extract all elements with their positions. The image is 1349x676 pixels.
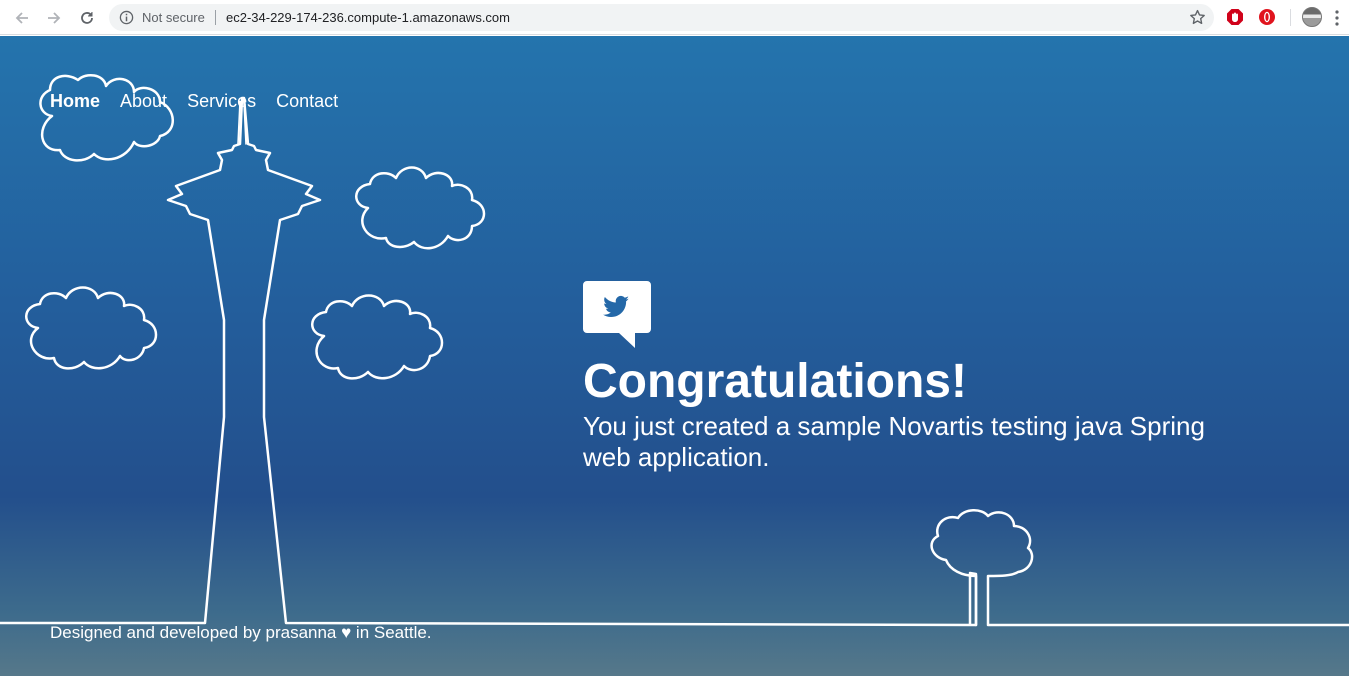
extension-opera-icon (1259, 9, 1275, 25)
address-bar[interactable]: Not secure ec2-34-229-174-236.compute-1.… (109, 4, 1214, 31)
hero-section: Congratulations! You just created a samp… (583, 281, 1263, 473)
cloud-illustration (311, 294, 444, 380)
toolbar-divider (1290, 9, 1291, 26)
site-navigation: Home About Services Contact (50, 91, 358, 111)
extension-opera-button[interactable] (1258, 8, 1276, 26)
reload-button[interactable] (74, 5, 100, 31)
nav-link-about[interactable]: About (120, 91, 167, 111)
extension-stop-button[interactable] (1226, 8, 1244, 26)
reload-icon (81, 12, 93, 24)
hero-title: Congratulations! (583, 355, 967, 408)
security-status-text[interactable]: Not secure (142, 10, 205, 25)
info-icon[interactable] (119, 10, 134, 25)
star-icon[interactable] (1189, 9, 1206, 26)
cloud-illustration (39, 73, 174, 162)
back-arrow-icon (15, 12, 28, 24)
extension-stop-icon (1227, 9, 1243, 25)
cloud-illustration (355, 166, 486, 250)
twitter-bird-icon[interactable] (583, 281, 651, 349)
forward-button[interactable] (41, 5, 67, 31)
hero-subtitle: You just created a sample Novartis testi… (583, 411, 1205, 472)
nav-link-services[interactable]: Services (187, 91, 256, 111)
omnibox-divider (215, 10, 216, 25)
cloud-illustration (25, 286, 158, 370)
more-menu-icon[interactable] (1334, 9, 1340, 27)
footer-credit: Designed and developed by prasanna ♥ in … (50, 623, 432, 642)
forward-arrow-icon (48, 12, 61, 24)
back-button[interactable] (9, 5, 35, 31)
tree-illustration (930, 509, 1349, 627)
web-page: Home About Services Contact Congratulati… (0, 36, 1349, 676)
nav-link-contact[interactable]: Contact (276, 91, 338, 111)
profile-avatar[interactable] (1302, 7, 1322, 27)
url-text[interactable]: ec2-34-229-174-236.compute-1.amazonaws.c… (226, 10, 510, 25)
browser-toolbar: Not secure ec2-34-229-174-236.compute-1.… (0, 0, 1349, 35)
nav-link-home[interactable]: Home (50, 91, 100, 111)
